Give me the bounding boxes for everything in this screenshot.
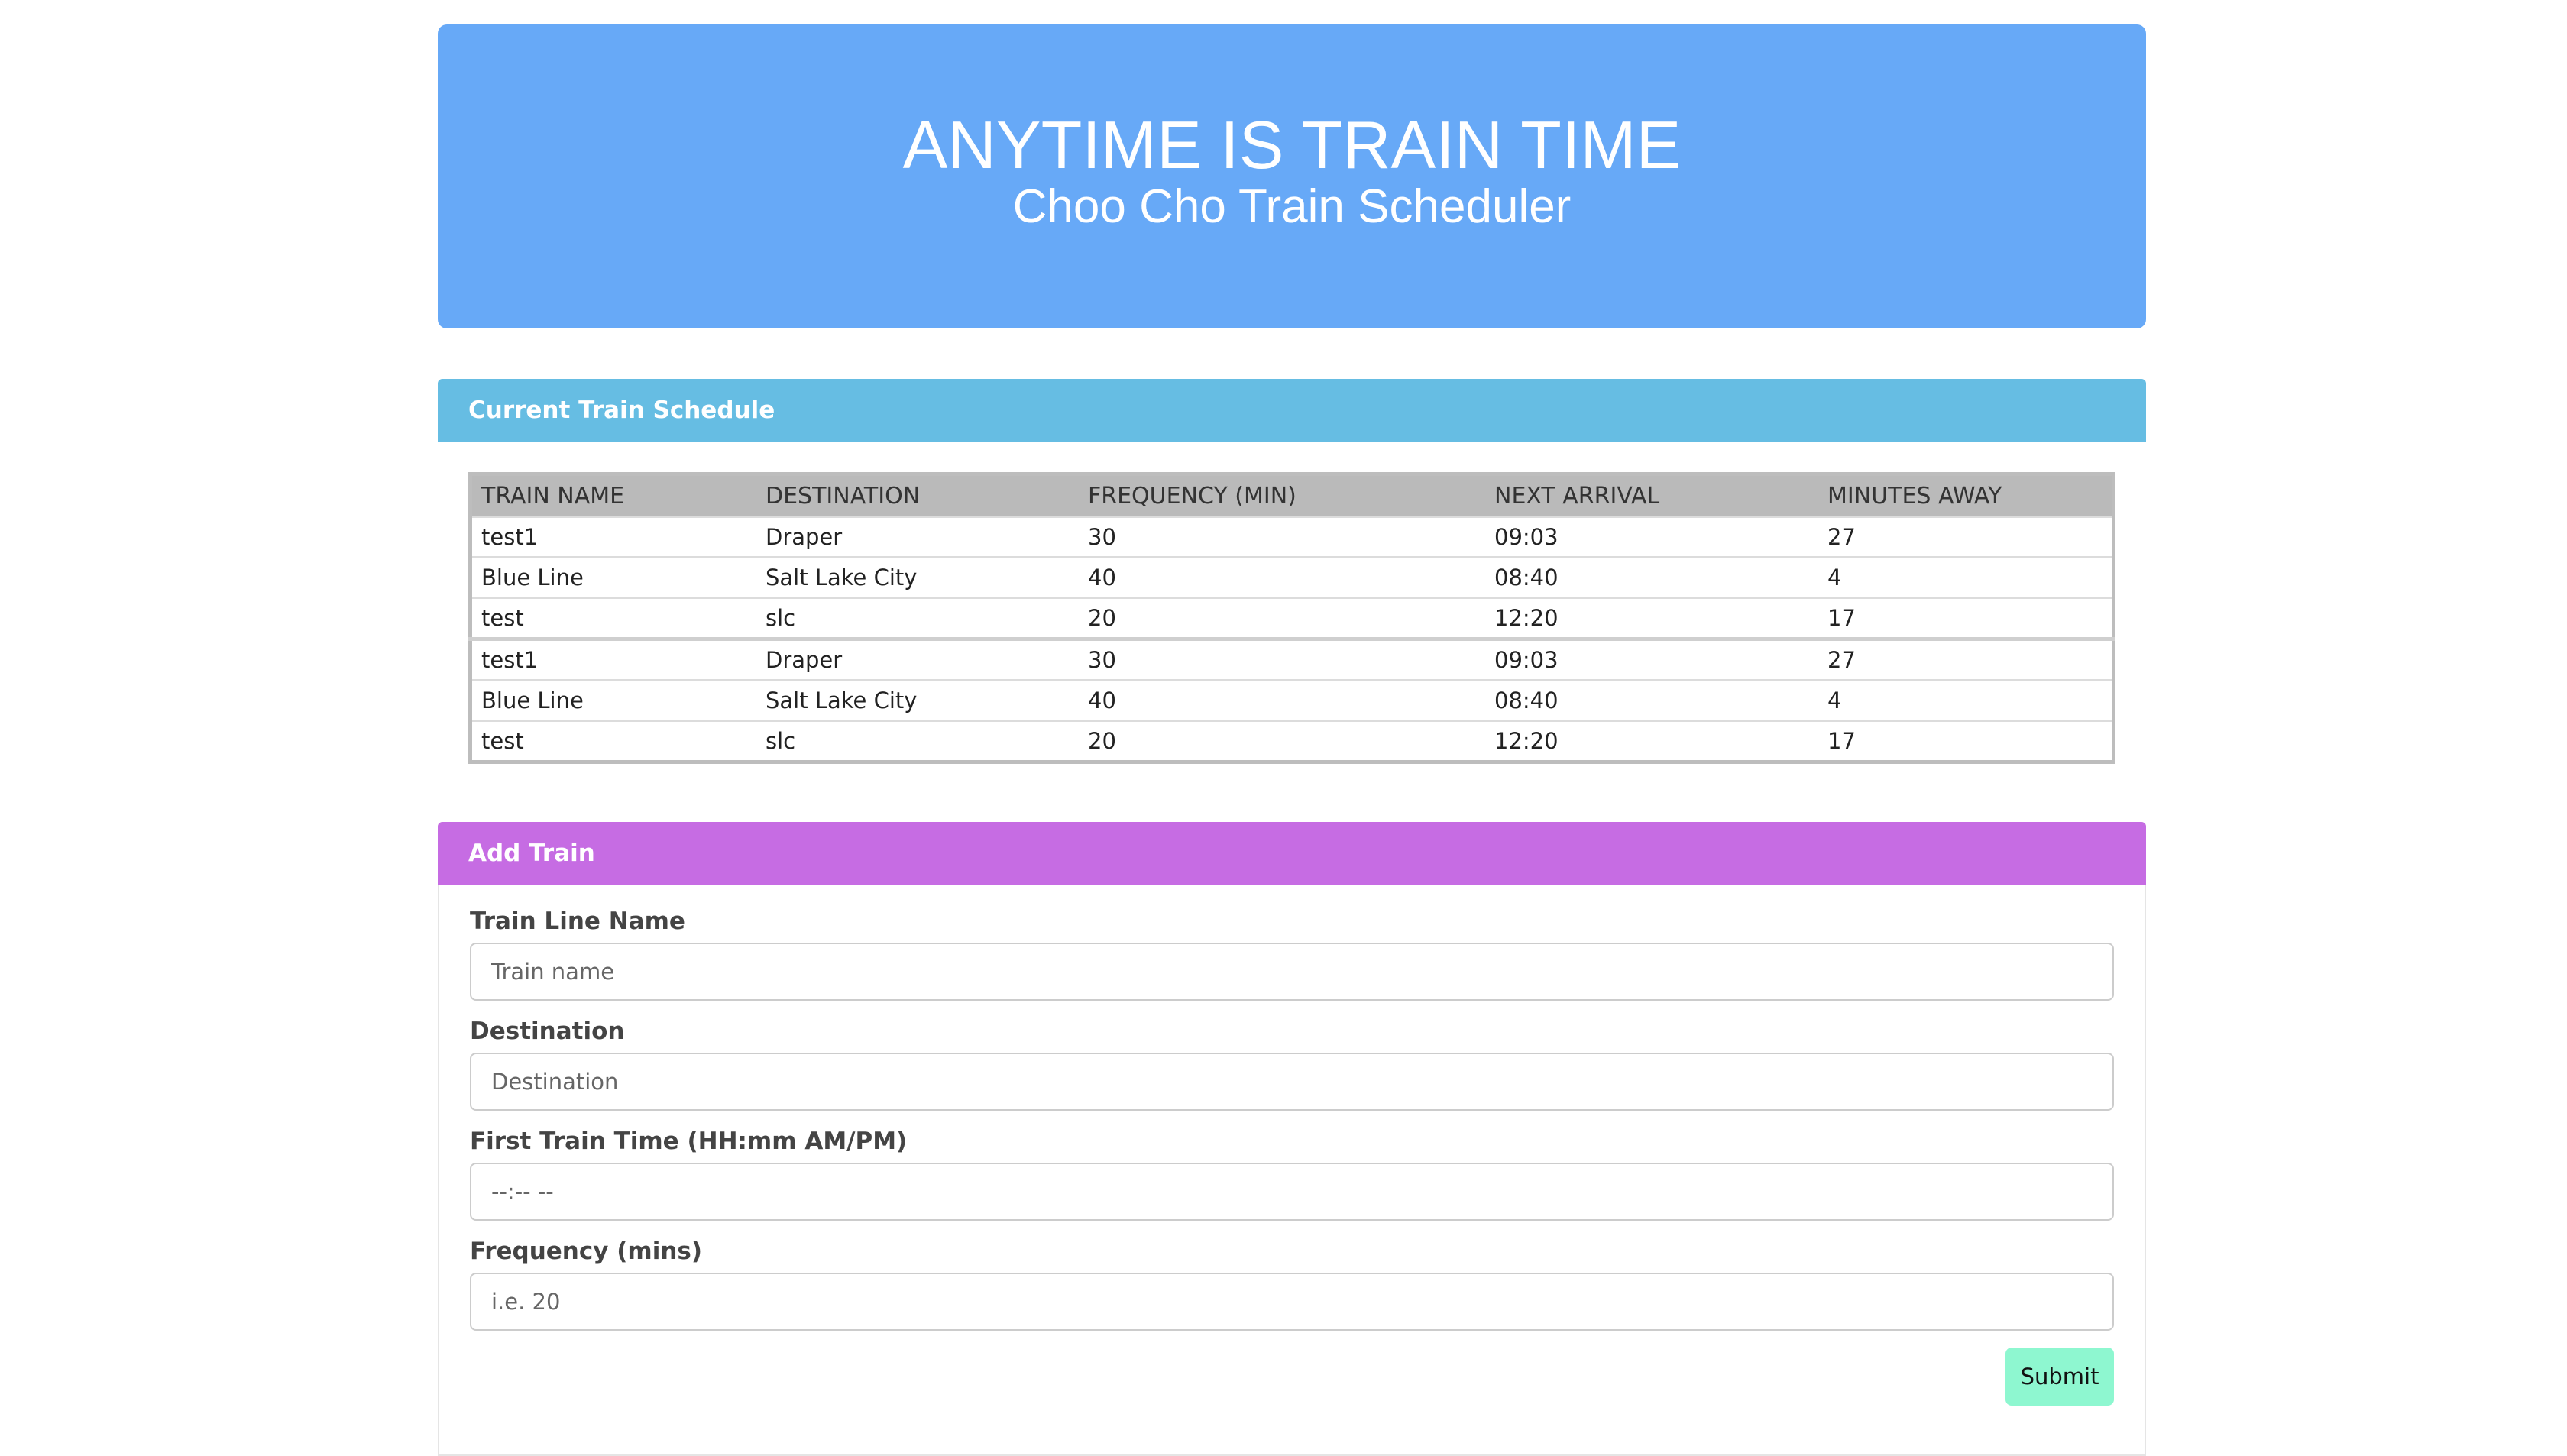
cell-minutes-away: 17 xyxy=(1818,720,2114,762)
cell-next-arrival: 12:20 xyxy=(1485,720,1818,762)
column-header-destination: DESTINATION xyxy=(756,474,1079,517)
cell-next-arrival: 09:03 xyxy=(1485,637,1818,681)
form-group-first-train-time: First Train Time (HH:mm AM/PM) xyxy=(470,1128,2114,1221)
table-row: test1 Draper 30 09:03 27 xyxy=(470,516,2114,558)
cell-frequency: 40 xyxy=(1079,679,1485,721)
schedule-table: TRAIN NAME DESTINATION FREQUENCY (MIN) N… xyxy=(468,472,2115,764)
add-train-panel-heading: Add Train xyxy=(438,822,2146,885)
schedule-panel: Current Train Schedule TRAIN NAME DESTIN… xyxy=(438,379,2146,764)
cell-minutes-away: 27 xyxy=(1818,637,2114,681)
cell-train-name: test1 xyxy=(470,516,756,558)
first-train-time-label: First Train Time (HH:mm AM/PM) xyxy=(470,1128,908,1155)
form-group-destination: Destination xyxy=(470,1018,2114,1111)
cell-destination: Salt Lake City xyxy=(756,679,1079,721)
cell-train-name: test1 xyxy=(470,637,756,681)
cell-destination: slc xyxy=(756,720,1079,762)
destination-label: Destination xyxy=(470,1018,625,1045)
form-group-frequency: Frequency (mins) xyxy=(470,1238,2114,1331)
frequency-input[interactable] xyxy=(470,1273,2114,1331)
table-row: test slc 20 12:20 17 xyxy=(470,720,2114,762)
cell-frequency: 30 xyxy=(1079,516,1485,558)
page-subtitle: Choo Cho Train Scheduler xyxy=(1012,180,1572,233)
cell-train-name: test xyxy=(470,720,756,762)
form-group-train-name: Train Line Name xyxy=(470,908,2114,1001)
cell-next-arrival: 09:03 xyxy=(1485,516,1818,558)
table-header-row: TRAIN NAME DESTINATION FREQUENCY (MIN) N… xyxy=(470,474,2114,517)
first-train-time-input[interactable] xyxy=(470,1163,2114,1221)
cell-frequency: 30 xyxy=(1079,637,1485,681)
add-train-form: Train Line Name Destination First Train … xyxy=(439,885,2145,1406)
jumbotron-header: ANYTIME IS TRAIN TIME Choo Cho Train Sch… xyxy=(438,24,2146,328)
cell-next-arrival: 12:20 xyxy=(1485,597,1818,639)
train-name-input[interactable] xyxy=(470,943,2114,1001)
column-header-train-name: TRAIN NAME xyxy=(470,474,756,517)
destination-input[interactable] xyxy=(470,1053,2114,1111)
cell-minutes-away: 4 xyxy=(1818,679,2114,721)
table-row: Blue Line Salt Lake City 40 08:40 4 xyxy=(470,556,2114,598)
cell-train-name: Blue Line xyxy=(470,556,756,598)
frequency-label: Frequency (mins) xyxy=(470,1238,703,1265)
column-header-frequency: FREQUENCY (MIN) xyxy=(1079,474,1485,517)
page-title: ANYTIME IS TRAIN TIME xyxy=(902,107,1682,183)
train-name-label: Train Line Name xyxy=(470,908,685,935)
schedule-panel-body: TRAIN NAME DESTINATION FREQUENCY (MIN) N… xyxy=(438,442,2146,764)
column-header-minutes-away: MINUTES AWAY xyxy=(1818,474,2114,517)
cell-minutes-away: 4 xyxy=(1818,556,2114,598)
add-train-panel: Add Train Train Line Name Destination Fi… xyxy=(438,822,2146,1456)
cell-next-arrival: 08:40 xyxy=(1485,556,1818,598)
cell-frequency: 40 xyxy=(1079,556,1485,598)
cell-minutes-away: 17 xyxy=(1818,597,2114,639)
schedule-panel-heading: Current Train Schedule xyxy=(438,379,2146,442)
cell-destination: Draper xyxy=(756,516,1079,558)
cell-destination: slc xyxy=(756,597,1079,639)
page-container: ANYTIME IS TRAIN TIME Choo Cho Train Sch… xyxy=(438,24,2146,1456)
cell-destination: Draper xyxy=(756,637,1079,681)
submit-row: Submit xyxy=(470,1348,2114,1406)
column-header-next-arrival: NEXT ARRIVAL xyxy=(1485,474,1818,517)
cell-destination: Salt Lake City xyxy=(756,556,1079,598)
table-row: Blue Line Salt Lake City 40 08:40 4 xyxy=(470,679,2114,721)
cell-minutes-away: 27 xyxy=(1818,516,2114,558)
cell-next-arrival: 08:40 xyxy=(1485,679,1818,721)
submit-button[interactable]: Submit xyxy=(2005,1348,2114,1406)
cell-train-name: test xyxy=(470,597,756,639)
table-row: test1 Draper 30 09:03 27 xyxy=(470,637,2114,681)
cell-train-name: Blue Line xyxy=(470,679,756,721)
cell-frequency: 20 xyxy=(1079,597,1485,639)
cell-frequency: 20 xyxy=(1079,720,1485,762)
table-row: test slc 20 12:20 17 xyxy=(470,597,2114,639)
